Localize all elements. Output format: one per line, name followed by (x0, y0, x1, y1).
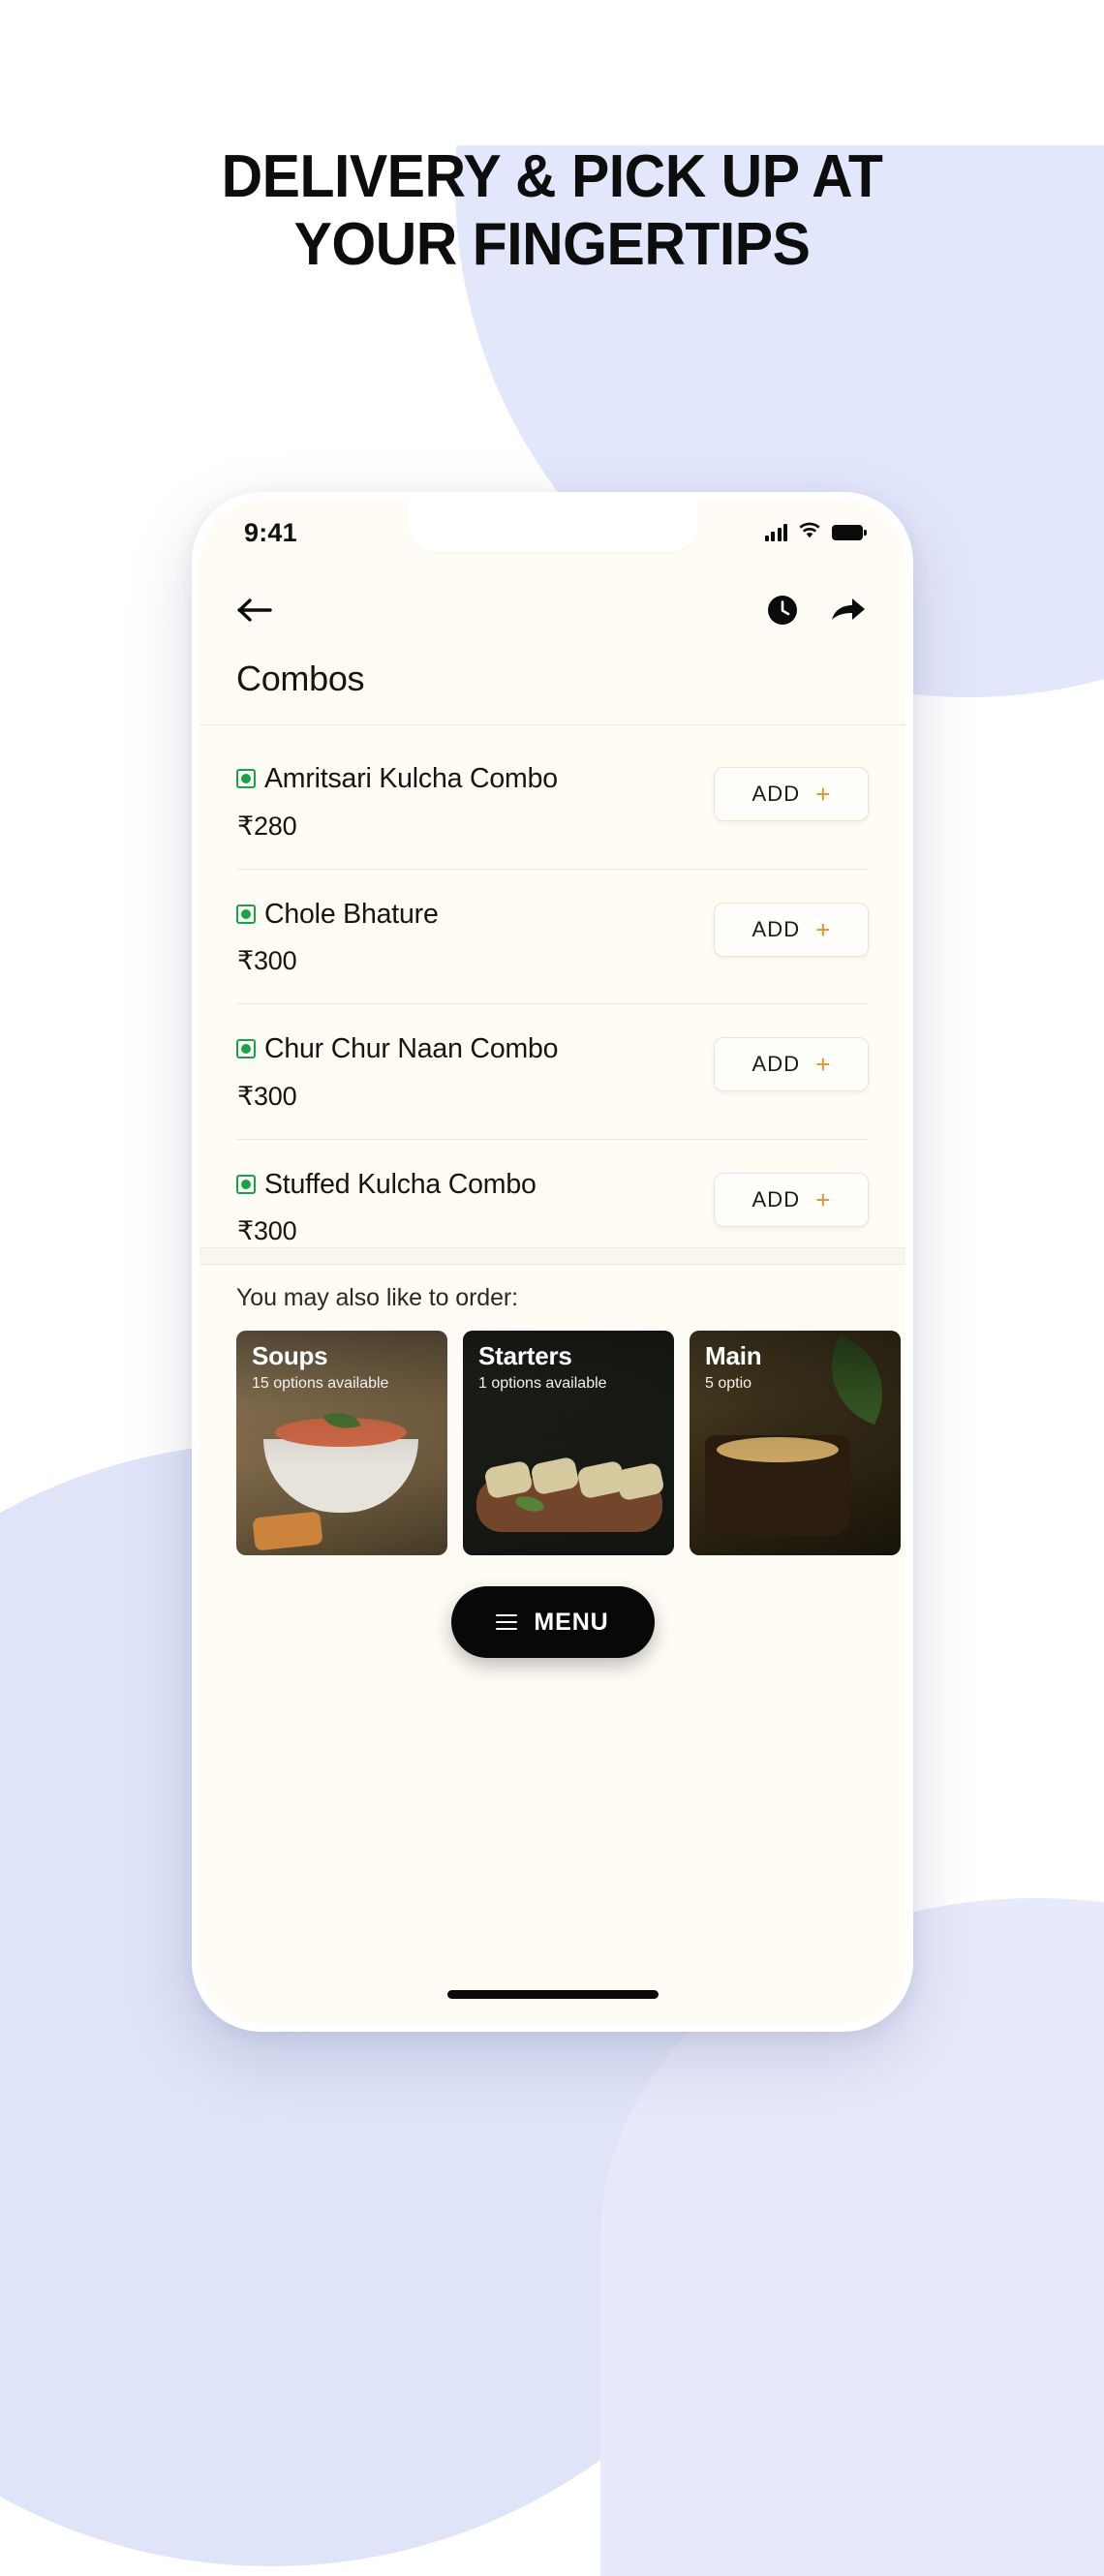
menu-item-info: Amritsari Kulcha Combo ₹280 (236, 763, 558, 842)
menu-item-name: Chole Bhature (264, 898, 439, 930)
menu-item-price: ₹280 (237, 811, 297, 841)
card-title: Soups (252, 1341, 328, 1370)
veg-indicator-icon (236, 904, 256, 924)
home-indicator (446, 1990, 659, 1999)
suggestion-card[interactable]: Starters 1 options available (463, 1331, 674, 1555)
phone-screen: 9:41 Combos Amritsari Kulcha Combo ₹280 … (199, 500, 905, 2024)
menu-item[interactable]: Chur Chur Naan Combo ₹300 ADD + (236, 1004, 869, 1140)
plus-icon: + (815, 1050, 831, 1079)
cellular-signal-icon (764, 524, 787, 541)
menu-item-name: Amritsari Kulcha Combo (264, 763, 558, 794)
menu-item-info: Chole Bhature ₹300 (236, 899, 439, 977)
add-button[interactable]: ADD + (714, 767, 869, 821)
wifi-icon (798, 522, 821, 544)
plus-icon: + (815, 914, 831, 944)
top-mask (0, 0, 1104, 145)
plus-icon: + (815, 1184, 831, 1214)
menu-item-info: Chur Chur Naan Combo ₹300 (236, 1033, 559, 1112)
headline-line-1: DELIVERY & PICK UP AT (221, 143, 883, 210)
card-subtitle: 5 optio (705, 1374, 752, 1392)
clock-icon[interactable] (766, 594, 799, 631)
suggestions-title: You may also like to order: (236, 1284, 518, 1311)
card-text: Starters 1 options available (478, 1342, 664, 1393)
menu-item[interactable]: Amritsari Kulcha Combo ₹280 ADD + (236, 734, 869, 870)
menu-item-info: Stuffed Kulcha Combo ₹300 (236, 1169, 537, 1247)
app-navbar (199, 566, 905, 659)
card-title: Main (705, 1341, 762, 1370)
menu-item-price: ₹300 (237, 946, 297, 975)
suggestion-card[interactable]: Main 5 optio (690, 1331, 901, 1555)
back-arrow-icon[interactable] (236, 596, 275, 629)
section-divider (199, 1247, 905, 1265)
menu-item-price: ₹300 (237, 1081, 297, 1111)
status-icons (764, 522, 867, 544)
add-button[interactable]: ADD + (714, 902, 869, 957)
menu-item-name: Stuffed Kulcha Combo (264, 1168, 537, 1200)
add-button[interactable]: ADD + (714, 1172, 869, 1227)
page-title: DELIVERY & PICK UP AT YOUR FINGERTIPS (28, 143, 1077, 279)
plus-icon: + (815, 780, 831, 809)
veg-indicator-icon (236, 1174, 256, 1194)
card-text: Soups 15 options available (252, 1342, 438, 1393)
card-subtitle: 15 options available (252, 1374, 389, 1392)
add-button-label: ADD (751, 916, 801, 941)
menu-item-name: Chur Chur Naan Combo (264, 1033, 559, 1064)
menu-item-namerow: Stuffed Kulcha Combo (236, 1168, 537, 1200)
card-text: Main 5 optio (705, 1342, 891, 1393)
veg-indicator-icon (236, 1039, 256, 1059)
status-bar: 9:41 (199, 500, 905, 560)
add-button-label: ADD (751, 782, 801, 806)
hamburger-menu-icon (496, 1613, 518, 1631)
add-button-label: ADD (751, 1052, 801, 1076)
add-button-label: ADD (751, 1186, 801, 1211)
add-button[interactable]: ADD + (714, 1037, 869, 1091)
status-time: 9:41 (244, 517, 297, 547)
suggestion-card[interactable]: Soups 15 options available (236, 1331, 447, 1555)
navbar-actions (766, 594, 867, 631)
menu-fab-label: MENU (534, 1608, 609, 1636)
menu-fab-button[interactable]: MENU (450, 1586, 655, 1658)
menu-item-namerow: Chole Bhature (236, 898, 439, 930)
card-subtitle: 1 options available (478, 1374, 607, 1392)
card-title: Starters (478, 1341, 572, 1370)
menu-item[interactable]: Chole Bhature ₹300 ADD + (236, 870, 869, 1004)
veg-indicator-icon (236, 769, 256, 789)
menu-list: Amritsari Kulcha Combo ₹280 ADD + Chole … (199, 734, 905, 1273)
phone-mockup: 9:41 Combos Amritsari Kulcha Combo ₹280 … (192, 492, 913, 2032)
menu-item-namerow: Amritsari Kulcha Combo (236, 765, 558, 793)
share-arrow-icon[interactable] (830, 595, 867, 630)
battery-full-icon (832, 525, 867, 540)
menu-item-price: ₹300 (237, 1216, 297, 1245)
headline-line-2: YOUR FINGERTIPS (293, 211, 811, 279)
menu-item-namerow: Chur Chur Naan Combo (236, 1033, 559, 1064)
section-title: Combos (199, 659, 905, 725)
suggestion-cards[interactable]: Soups 15 options available Starters 1 op… (236, 1331, 905, 1555)
